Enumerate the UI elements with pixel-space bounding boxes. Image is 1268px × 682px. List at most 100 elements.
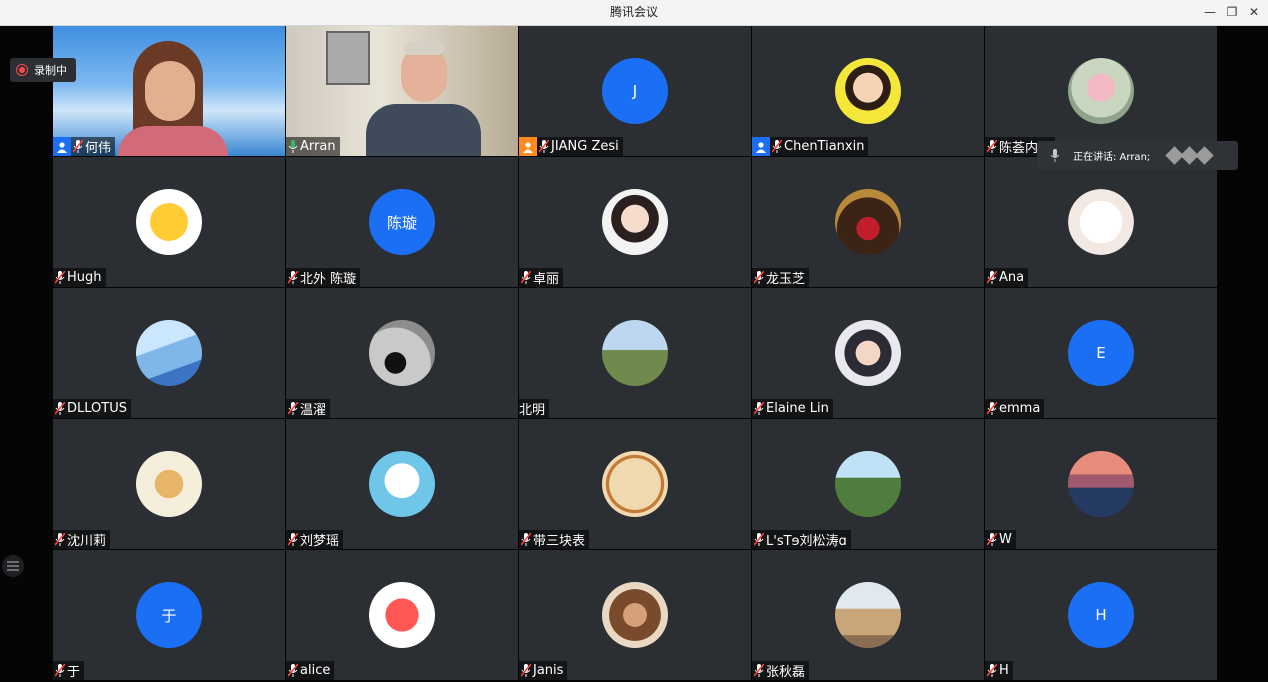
mic-muted-icon xyxy=(985,399,999,418)
participant-tile[interactable]: 北明 xyxy=(519,288,751,418)
mic-muted-icon xyxy=(519,661,533,680)
participant-name: ChenTianxin xyxy=(784,139,865,154)
participant-avatar xyxy=(369,582,435,648)
window-title: 腾讯会议 xyxy=(609,5,658,19)
participant-tile[interactable]: HH xyxy=(985,550,1217,680)
mic-muted-icon xyxy=(770,137,784,156)
mic-muted-icon xyxy=(71,137,85,156)
participant-tile[interactable]: J JIANG Zesi xyxy=(519,26,751,156)
participant-name: emma xyxy=(999,401,1041,416)
participant-avatar: E xyxy=(1068,320,1134,386)
participant-tile[interactable]: L'sTɘ刘松涛ɑ xyxy=(752,419,984,549)
participant-name-tag: 于 xyxy=(53,661,85,680)
participant-name: 沈川莉 xyxy=(67,534,107,549)
participant-avatar xyxy=(369,320,435,386)
participant-avatar: 于 xyxy=(136,582,202,648)
mic-muted-icon xyxy=(286,530,300,549)
cohost-icon xyxy=(519,137,537,156)
participant-name: 龙玉芝 xyxy=(766,272,806,287)
record-icon xyxy=(16,64,28,76)
participant-name-tag: 卓丽 xyxy=(519,268,564,287)
blurred-name xyxy=(1165,146,1214,165)
mic-muted-icon xyxy=(286,399,300,418)
participant-tile[interactable]: Elaine Lin xyxy=(752,288,984,418)
mic-muted-icon xyxy=(53,399,67,418)
participant-avatar xyxy=(602,320,668,386)
participant-avatar: 陈璇 xyxy=(369,189,435,255)
title-bar: 腾讯会议 — ❐ ✕ xyxy=(0,0,1268,26)
participant-tile[interactable]: 刘梦瑶 xyxy=(286,419,518,549)
participant-avatar xyxy=(136,189,202,255)
participant-tile[interactable]: 沈川莉 xyxy=(53,419,285,549)
speaking-label: 正在讲话: Arran; xyxy=(1073,152,1151,163)
participant-name-tag: 带三块表 xyxy=(519,530,590,549)
mic-muted-icon xyxy=(286,661,300,680)
participant-tile[interactable]: 张秋磊 xyxy=(752,550,984,680)
participant-name: 张秋磊 xyxy=(766,665,806,680)
speaking-indicator: 正在讲话: Arran; xyxy=(1037,141,1238,170)
participant-tile[interactable]: 卓丽 xyxy=(519,157,751,287)
participant-name: 刘梦瑶 xyxy=(300,534,340,549)
participant-tile[interactable]: ChenTianxin xyxy=(752,26,984,156)
recording-label: 录制中 xyxy=(34,64,67,77)
mic-muted-icon xyxy=(752,268,766,287)
mic-muted-icon xyxy=(985,530,999,549)
mic-muted-icon xyxy=(752,399,766,418)
mic-muted-icon xyxy=(519,530,533,549)
participant-name-tag: 张秋磊 xyxy=(752,661,810,680)
participant-tile[interactable]: 陈荟内… xyxy=(985,26,1217,156)
close-button[interactable]: ✕ xyxy=(1244,3,1264,21)
participant-name: 何伟 xyxy=(85,141,112,156)
participant-tile[interactable]: 何伟 xyxy=(53,26,285,156)
participant-name: Elaine Lin xyxy=(766,401,829,416)
participant-name: L'sTɘ刘松涛ɑ xyxy=(766,534,847,549)
minimize-button[interactable]: — xyxy=(1200,3,1220,21)
participant-name: W xyxy=(999,532,1012,547)
participant-avatar xyxy=(1068,451,1134,517)
recording-indicator[interactable]: 录制中 xyxy=(10,58,76,82)
mic-muted-icon xyxy=(985,137,999,156)
participant-avatar xyxy=(1068,189,1134,255)
participant-name-tag: 北明 xyxy=(519,399,550,418)
participant-name-tag: Arran xyxy=(286,137,340,156)
participant-tile[interactable]: 于于 xyxy=(53,550,285,680)
video-grid: 何伟 Arran J JIANG Zesi ChenTianxin 陈荟内… Hugh 陈璇北… xyxy=(53,26,1217,681)
participant-tile[interactable]: Ana xyxy=(985,157,1217,287)
restore-button[interactable]: ❐ xyxy=(1222,3,1242,21)
participant-tile[interactable]: alice xyxy=(286,550,518,680)
participant-avatar xyxy=(835,451,901,517)
participant-tile[interactable]: Hugh xyxy=(53,157,285,287)
participant-list-button[interactable] xyxy=(2,555,24,577)
participant-tile[interactable]: W xyxy=(985,419,1217,549)
participant-tile[interactable]: 带三块表 xyxy=(519,419,751,549)
participant-tile[interactable]: DLLOTUS xyxy=(53,288,285,418)
participant-name: Hugh xyxy=(67,270,102,285)
participant-name-tag: 刘梦瑶 xyxy=(286,530,344,549)
mic-muted-icon xyxy=(537,137,551,156)
participant-name: 卓丽 xyxy=(533,272,560,287)
participant-name-tag: Ana xyxy=(985,268,1029,287)
host-icon xyxy=(752,137,770,156)
participant-name-tag: 北外 陈璇 xyxy=(286,268,361,287)
participant-name: alice xyxy=(300,663,331,678)
participant-tile[interactable]: Eemma xyxy=(985,288,1217,418)
participant-name: 于 xyxy=(67,665,81,680)
participant-avatar xyxy=(835,58,901,124)
speaker-icon xyxy=(1045,149,1065,162)
participant-avatar: J xyxy=(602,58,668,124)
participant-avatar xyxy=(1068,58,1134,124)
mic-on-icon xyxy=(286,137,300,156)
participant-tile[interactable]: 温濯 xyxy=(286,288,518,418)
participant-name: DLLOTUS xyxy=(67,401,127,416)
participant-name: 带三块表 xyxy=(533,534,586,549)
participant-avatar xyxy=(136,320,202,386)
participant-name-tag: W xyxy=(985,530,1016,549)
participant-tile[interactable]: 陈璇 北外 陈璇 xyxy=(286,157,518,287)
participant-name-tag: DLLOTUS xyxy=(53,399,131,418)
participant-name-tag: Janis xyxy=(519,661,568,680)
participant-tile[interactable]: Arran xyxy=(286,26,518,156)
mic-muted-icon xyxy=(985,661,999,680)
participant-tile[interactable]: Janis xyxy=(519,550,751,680)
mic-muted-icon xyxy=(53,661,67,680)
participant-tile[interactable]: 龙玉芝 xyxy=(752,157,984,287)
